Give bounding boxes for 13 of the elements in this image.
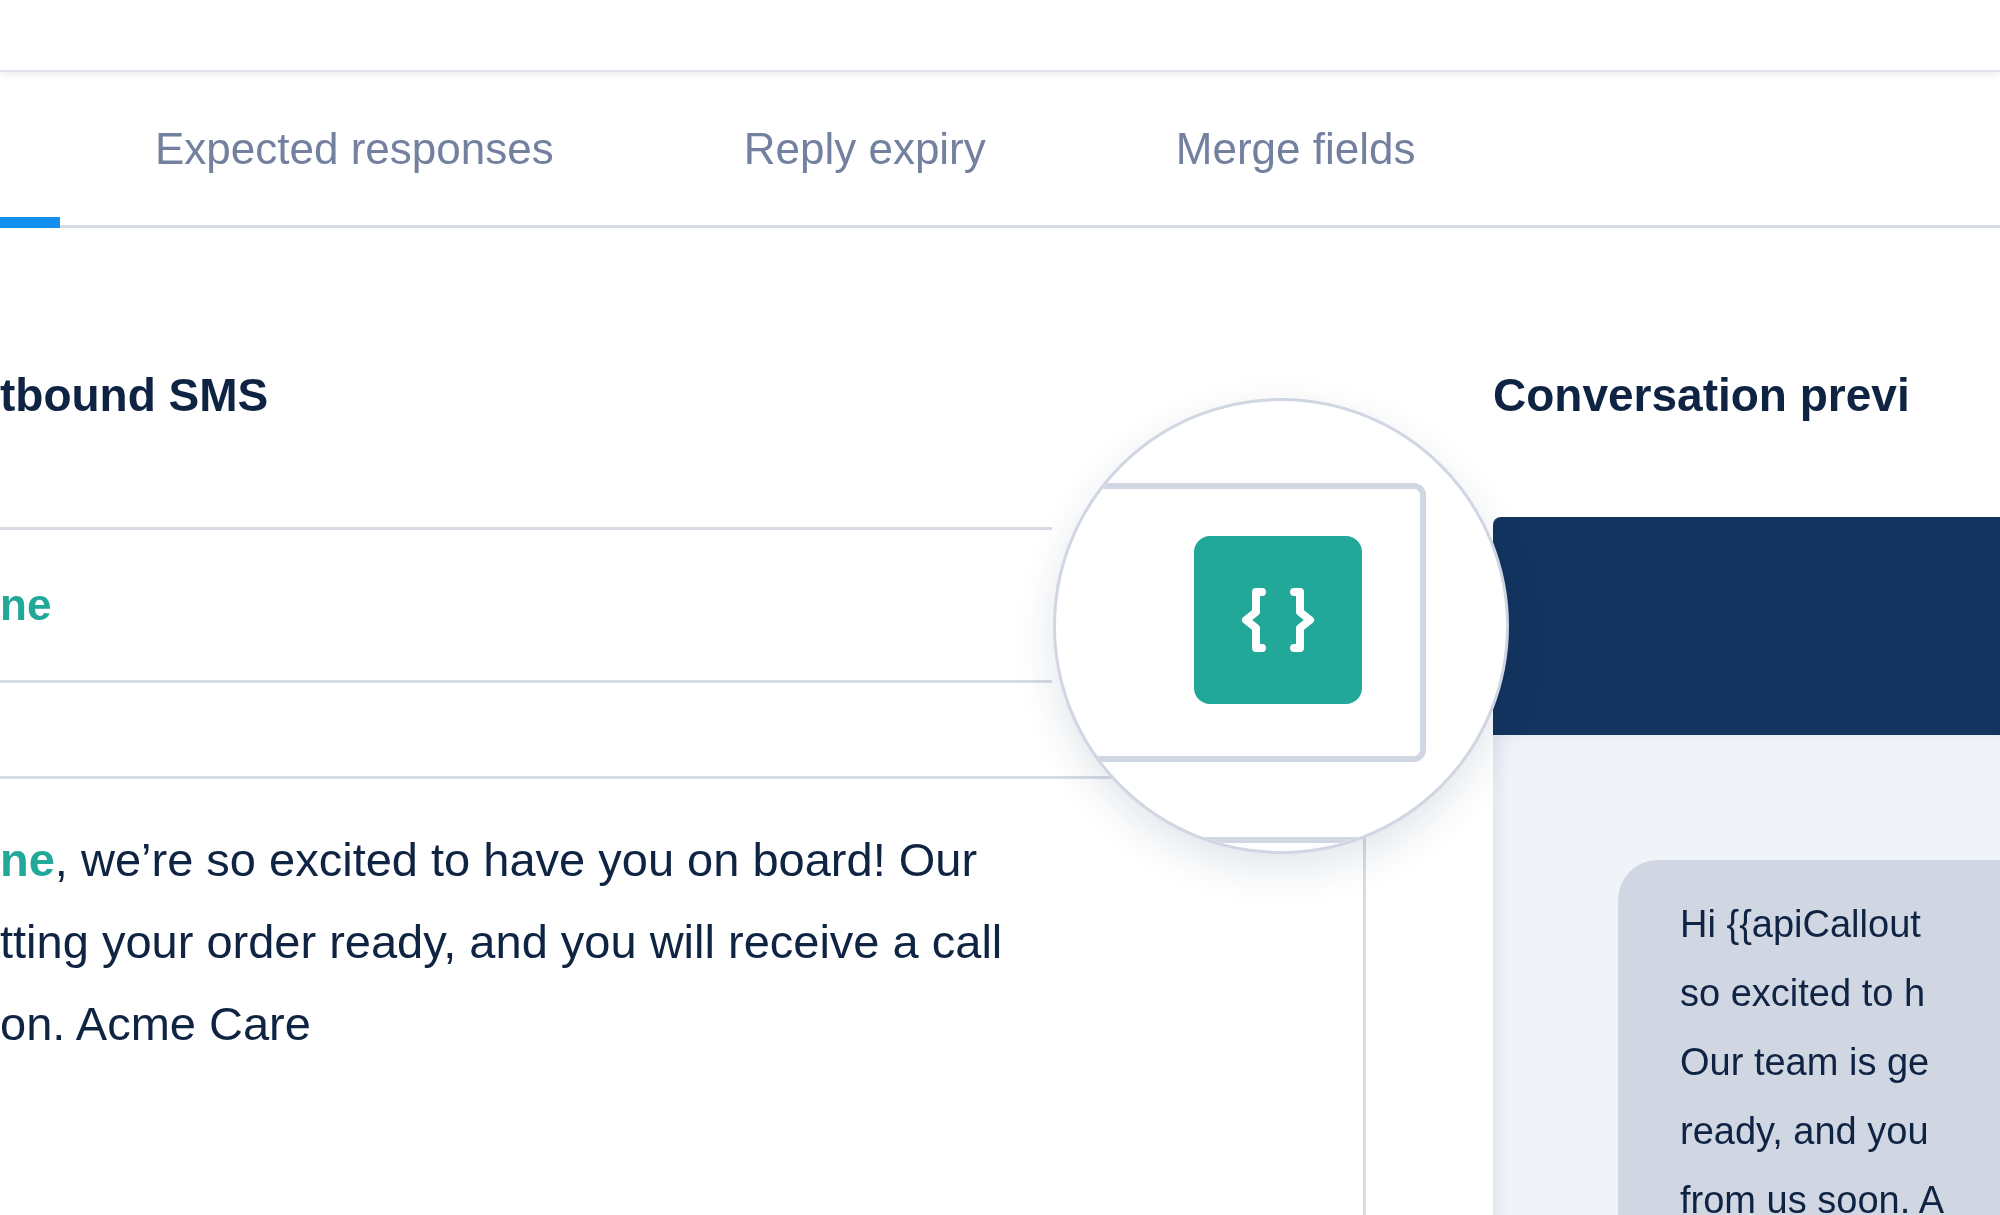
message-text: Hi {{apiCallout <box>1680 902 1922 947</box>
merge-field-button[interactable] <box>1194 536 1362 704</box>
tab[interactable]: Merge fields <box>1175 72 1416 225</box>
tab[interactable]: Expected responses <box>155 72 554 225</box>
section-heading: tbound SMS <box>0 368 270 422</box>
message-text: from us soon. A <box>1680 1178 1945 1215</box>
section-heading: Conversation previ <box>1493 368 1911 422</box>
message-text: Our team is ge <box>1680 1040 1931 1085</box>
tab[interactable]: Reply expiry <box>743 72 986 225</box>
braces-icon <box>1240 588 1316 652</box>
input-field[interactable]: ne <box>0 527 1052 683</box>
message-text: ready, and you <box>1680 1109 1930 1154</box>
message-text: so excited to h <box>1680 971 1927 1016</box>
